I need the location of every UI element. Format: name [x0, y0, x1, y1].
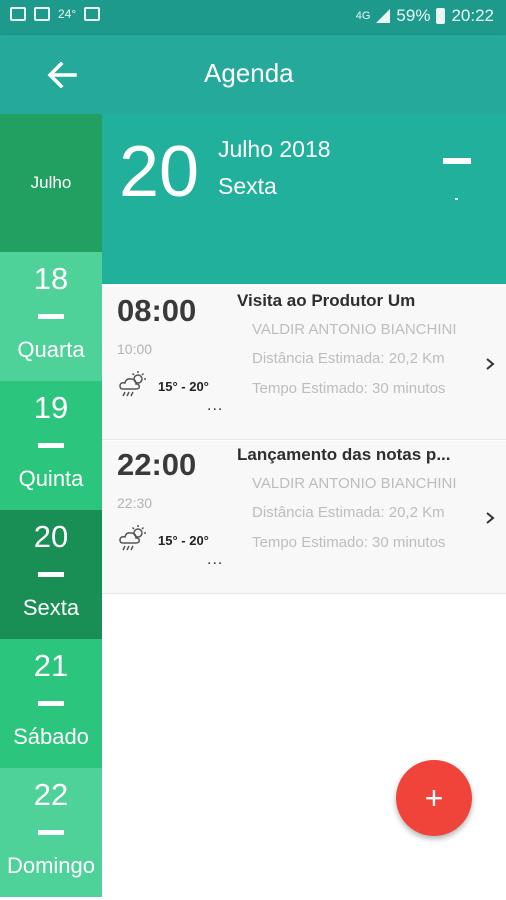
event-end-time: 10:00 [117, 341, 153, 357]
day-selector: Julho 18 Quarta 19 Quinta 20 Sexta 21 Sá… [0, 114, 102, 900]
day-weekday: Domingo [6, 853, 96, 878]
weather-rain-sun-icon [119, 371, 146, 397]
event-title: Visita ao Produtor Um [237, 291, 416, 310]
app-bar: Agenda [0, 35, 506, 114]
battery-icon [436, 8, 446, 24]
event-time-estimate: Tempo Estimado: 30 minutos [252, 380, 446, 397]
date-header: 20 Julho 2018 Sexta [102, 114, 506, 284]
event-temperature: 15° - 20° [158, 379, 209, 394]
day-weekday: Sábado [13, 724, 89, 749]
day-divider [38, 830, 64, 835]
event-time-estimate: Tempo Estimado: 30 minutos [252, 534, 446, 551]
event-distance: Distância Estimada: 20,2 Km [252, 350, 445, 367]
day-number: 22 [33, 777, 69, 812]
header-dash [443, 158, 471, 164]
network-type: 4G [355, 9, 371, 22]
arrow-left-icon [47, 62, 77, 88]
event-start-time: 22:00 [117, 447, 197, 482]
mail-notification-icon [34, 7, 50, 21]
day-item-18[interactable]: 18 Quarta [0, 252, 102, 381]
selected-day-number: 20 [119, 132, 200, 212]
day-number: 18 [33, 261, 69, 296]
page-title: Agenda [204, 58, 294, 88]
battery-percent: 59% [396, 6, 431, 25]
day-item-21[interactable]: 21 Sábado [0, 639, 102, 768]
day-number: 20 [33, 519, 69, 554]
event-title: Lançamento das notas p... [237, 445, 451, 464]
day-number: 19 [33, 390, 69, 425]
day-weekday: Sexta [22, 595, 80, 620]
day-divider [38, 443, 64, 448]
add-event-button[interactable]: + [396, 760, 472, 836]
status-time: 20:22 [451, 6, 494, 25]
event-person: VALDIR ANTONIO BIANCHINI [252, 475, 457, 492]
day-item-19[interactable]: 19 Quinta [0, 381, 102, 510]
event-card[interactable]: 22:00 22:30 15° - 20° ... Lançamento das… [102, 441, 506, 594]
chevron-right-icon [486, 512, 495, 524]
selected-month-year: Julho 2018 [218, 136, 331, 162]
day-weekday: Quinta [18, 466, 84, 491]
event-card[interactable]: 08:00 10:00 15° - 20° ... Visita ao Prod… [102, 287, 506, 440]
status-temperature: 24° [58, 7, 77, 21]
event-person: VALDIR ANTONIO BIANCHINI [252, 321, 457, 338]
event-distance: Distância Estimada: 20,2 Km [252, 504, 445, 521]
more-options-button[interactable]: ... [207, 397, 223, 415]
selected-weekday: Sexta [218, 173, 277, 199]
header-dot [455, 198, 458, 200]
event-end-time: 22:30 [117, 495, 153, 511]
signal-icon [376, 9, 391, 23]
event-temperature: 15° - 20° [158, 533, 209, 548]
day-divider [38, 314, 64, 319]
day-divider [38, 701, 64, 706]
chevron-right-icon [486, 358, 495, 370]
event-start-time: 08:00 [117, 293, 197, 328]
more-options-button[interactable]: ... [207, 551, 223, 569]
day-number: 21 [33, 648, 69, 683]
day-item-22[interactable]: 22 Domingo [0, 768, 102, 897]
day-divider [38, 572, 64, 577]
back-button[interactable] [42, 55, 82, 95]
calendar-notification-icon [84, 7, 101, 21]
weather-rain-sun-icon [119, 525, 146, 551]
day-item-20[interactable]: 20 Sexta [0, 510, 102, 639]
status-bar: 24° 4G 59% 20:22 [0, 0, 506, 35]
day-weekday: Quarta [17, 337, 85, 362]
gallery-notification-icon [10, 7, 26, 21]
month-label: Julho [0, 114, 102, 252]
